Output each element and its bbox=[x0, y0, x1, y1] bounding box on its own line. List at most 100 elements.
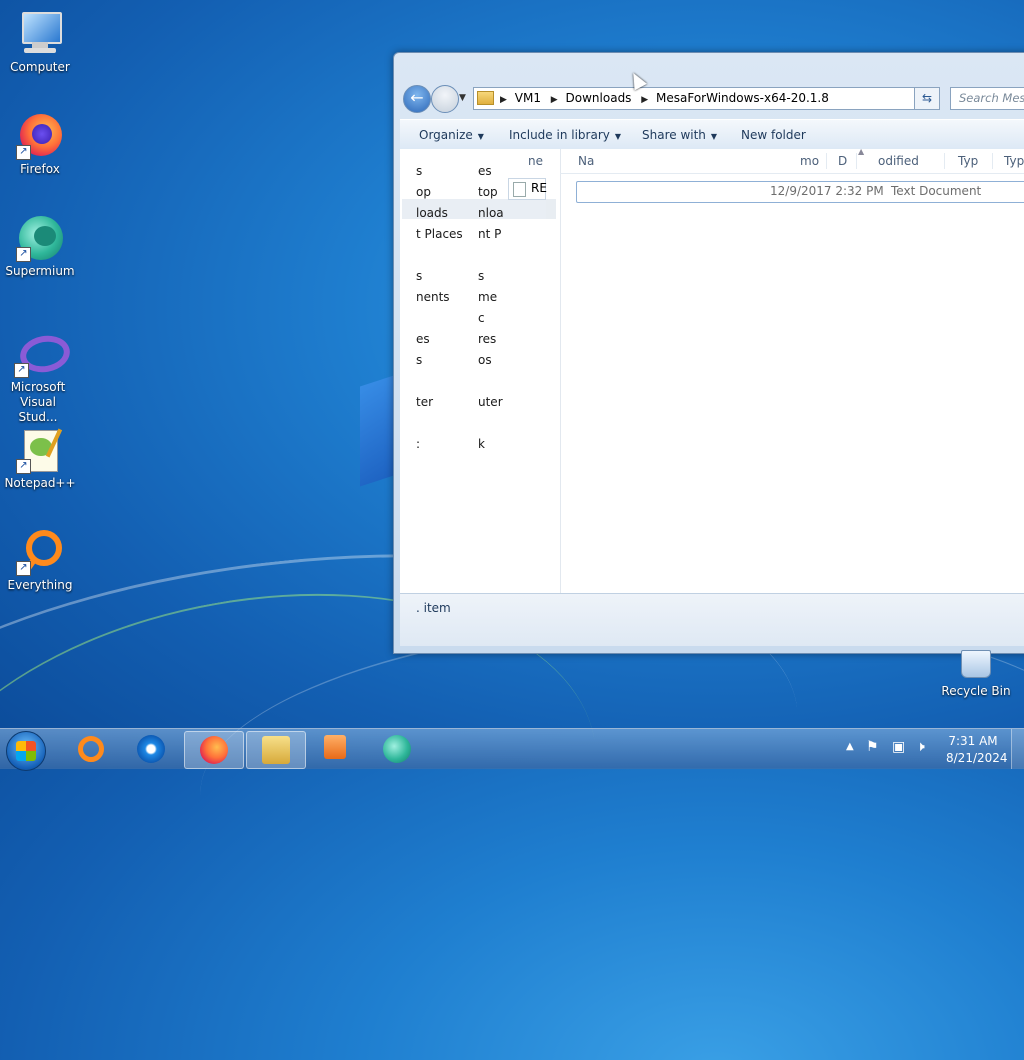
nav-tree-item[interactable] bbox=[416, 245, 463, 266]
nav-tree-item[interactable]: nt P bbox=[478, 224, 504, 245]
taskbar: ▲ ⚑ ▣ 🕨 7:31 AM 8/21/2024 bbox=[0, 728, 1024, 771]
nav-tree-item[interactable] bbox=[416, 308, 463, 329]
nav-tree-item[interactable] bbox=[478, 413, 504, 434]
start-button[interactable] bbox=[6, 731, 46, 771]
nav-tree-item[interactable]: nloa bbox=[478, 203, 504, 224]
show-desktop-button[interactable] bbox=[1011, 729, 1024, 769]
volume-muted-icon[interactable]: 🕨 bbox=[916, 739, 925, 755]
nav-tree-item[interactable]: os bbox=[478, 350, 504, 371]
network-icon[interactable]: ▣ bbox=[892, 739, 905, 755]
column-header-type[interactable]: Typ bbox=[958, 154, 978, 168]
action-center-flag-icon[interactable]: ⚑ bbox=[866, 739, 879, 755]
taskbar-explorer[interactable] bbox=[246, 731, 306, 769]
nav-tree-item[interactable]: es bbox=[416, 329, 463, 350]
column-header-type[interactable]: Typ bbox=[1004, 154, 1024, 168]
column-divider[interactable] bbox=[992, 153, 993, 169]
folder-icon bbox=[262, 736, 290, 764]
nav-tree-item[interactable]: top bbox=[478, 182, 504, 203]
recent-pages-dropdown[interactable]: ▼ bbox=[459, 93, 466, 103]
nav-tree-item[interactable]: ter bbox=[416, 392, 463, 413]
breadcrumb-item[interactable]: Downloads bbox=[566, 91, 632, 105]
taskbar-internet-explorer[interactable] bbox=[122, 731, 180, 767]
nav-tree-item[interactable]: : bbox=[416, 434, 463, 455]
nav-tree-item[interactable]: s bbox=[416, 266, 463, 287]
desktop-icon-everything[interactable]: ↗ Everything bbox=[2, 528, 78, 593]
new-folder-button[interactable]: New folder bbox=[741, 128, 806, 142]
column-divider[interactable] bbox=[856, 153, 857, 169]
visual-studio-icon: ↗ bbox=[14, 330, 73, 378]
column-header-date-modified[interactable]: odified bbox=[878, 154, 919, 168]
clock-time: 7:31 AM bbox=[948, 734, 998, 748]
desktop-icon-label: Computer bbox=[10, 60, 70, 74]
navigation-bar: ← ▼ ▶ VM1 ▶ Downloads ▶ MesaForWindows-x… bbox=[402, 83, 1024, 113]
nav-tree-item[interactable]: me bbox=[478, 287, 504, 308]
scrollbar[interactable] bbox=[546, 199, 556, 219]
supermium-icon: ↗ bbox=[16, 214, 64, 262]
nav-tree-item[interactable] bbox=[416, 371, 463, 392]
nav-tree-item[interactable]: res bbox=[478, 329, 504, 350]
taskbar-media-player[interactable] bbox=[306, 731, 364, 767]
back-arrow-icon: ← bbox=[410, 88, 424, 107]
nav-tree-item[interactable]: t Places bbox=[416, 224, 463, 245]
sort-ascending-icon: ▲ bbox=[858, 147, 865, 156]
nav-tree-item[interactable]: c bbox=[478, 308, 504, 329]
column-header[interactable]: D bbox=[838, 154, 847, 168]
taskbar-firefox[interactable] bbox=[184, 731, 244, 769]
nav-tree-item[interactable]: es bbox=[478, 161, 504, 182]
file-type: Text Document bbox=[891, 184, 982, 198]
explorer-window[interactable]: ← ▼ ▶ VM1 ▶ Downloads ▶ MesaForWindows-x… bbox=[393, 52, 1024, 654]
share-with-button[interactable]: Share with ▼ bbox=[642, 128, 717, 142]
taskbar-everything[interactable] bbox=[60, 731, 118, 767]
desktop-icon-notepadpp[interactable]: ↗ Notepad++ bbox=[2, 426, 78, 491]
nav-tree-item[interactable]: op bbox=[416, 182, 463, 203]
nav-tree-item[interactable]: loads bbox=[416, 203, 463, 224]
taskbar-supermium[interactable] bbox=[368, 731, 426, 767]
firefox-icon: ↗ bbox=[16, 112, 64, 160]
forward-button[interactable] bbox=[431, 85, 459, 113]
nav-tree-item[interactable] bbox=[478, 371, 504, 392]
nav-tree-item[interactable]: s bbox=[478, 266, 504, 287]
nav-tree-item[interactable] bbox=[416, 413, 463, 434]
internet-explorer-icon bbox=[137, 735, 165, 763]
mini-file-row[interactable]: RE bbox=[508, 178, 547, 200]
file-date-modified: 12/9/2017 2:32 PM bbox=[770, 184, 884, 198]
back-button[interactable]: ← bbox=[403, 85, 431, 113]
desktop-icon-label: Supermium bbox=[5, 264, 75, 278]
nav-tree-item[interactable]: s bbox=[416, 161, 463, 182]
refresh-button[interactable]: ⇆ bbox=[914, 87, 940, 110]
clock[interactable]: 7:31 AM 8/21/2024 bbox=[946, 733, 1008, 767]
status-bar: . item bbox=[400, 593, 1024, 646]
everything-search-icon bbox=[78, 736, 104, 762]
desktop-icon-label: Notepad++ bbox=[4, 476, 76, 490]
nav-tree-item[interactable] bbox=[478, 245, 504, 266]
address-bar[interactable]: ▶ VM1 ▶ Downloads ▶ MesaForWindows-x64-2… bbox=[473, 87, 937, 110]
column-header[interactable]: mo bbox=[800, 154, 819, 168]
organize-button[interactable]: Organize ▼ bbox=[419, 128, 484, 142]
breadcrumb-chevron-icon[interactable]: ▶ bbox=[641, 95, 648, 105]
show-hidden-icons-icon[interactable]: ▲ bbox=[846, 741, 854, 752]
file-row[interactable]: 12/9/2017 2:32 PM Text Document bbox=[576, 181, 1024, 203]
mini-column-header[interactable]: ne bbox=[528, 154, 543, 168]
include-in-library-button[interactable]: Include in library ▼ bbox=[509, 128, 621, 142]
search-box[interactable]: Search MesaFor bbox=[950, 87, 1024, 110]
desktop-icon-visual-studio[interactable]: ↗ Microsoft Visual Stud... bbox=[0, 330, 76, 425]
desktop-icon-recycle-bin[interactable]: Recycle Bin bbox=[938, 650, 1014, 698]
breadcrumb-chevron-icon[interactable]: ▶ bbox=[551, 95, 558, 105]
nav-tree-item[interactable]: k bbox=[478, 434, 504, 455]
breadcrumb-item[interactable]: MesaForWindows-x64-20.1.8 bbox=[656, 91, 829, 105]
desktop-icon-computer[interactable]: Computer bbox=[2, 10, 78, 75]
nav-tree-item[interactable]: nents bbox=[416, 287, 463, 308]
breadcrumb-item[interactable]: VM1 bbox=[515, 91, 541, 105]
column-divider[interactable] bbox=[826, 153, 827, 169]
desktop-icon-supermium[interactable]: ↗ Supermium bbox=[2, 214, 78, 279]
column-divider[interactable] bbox=[944, 153, 945, 169]
chevron-down-icon: ▼ bbox=[477, 132, 484, 141]
command-bar: Organize ▼ Include in library ▼ Share with… bbox=[400, 119, 1024, 151]
nav-tree-column: es top nloa nt P s me c res os uter k bbox=[478, 161, 504, 455]
navigation-pane[interactable]: s op loads t Places s nents es s ter: es top nloa n… bbox=[400, 149, 561, 593]
nav-tree-item[interactable]: uter bbox=[478, 392, 504, 413]
desktop-icon-firefox[interactable]: ↗ Firefox bbox=[2, 112, 78, 177]
column-header-name[interactable]: Na bbox=[578, 154, 594, 168]
breadcrumb-chevron-icon[interactable]: ▶ bbox=[500, 95, 507, 105]
nav-tree-item[interactable]: s bbox=[416, 350, 463, 371]
